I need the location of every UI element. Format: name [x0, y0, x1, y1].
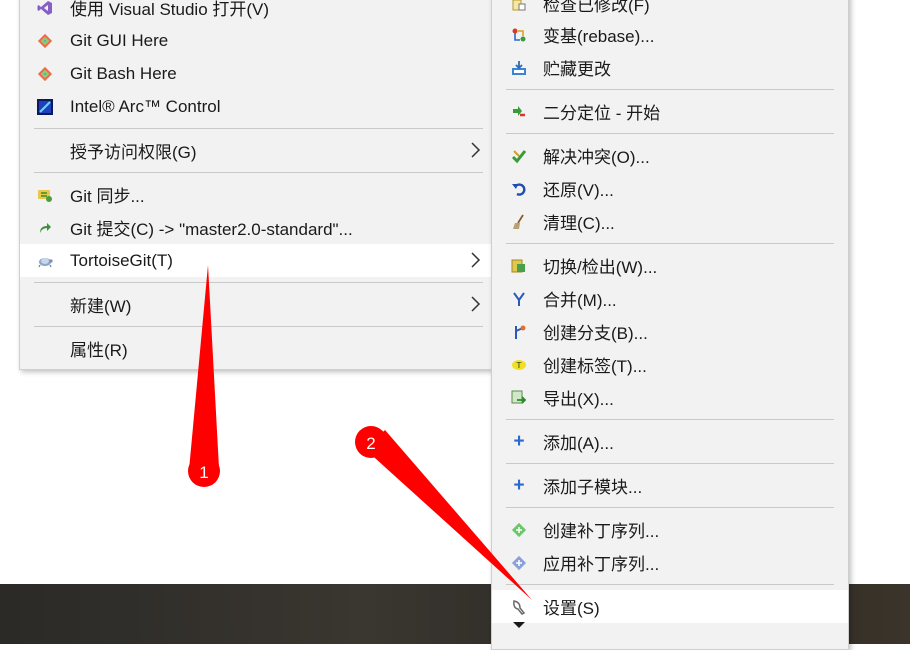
menu-item-label: Git Bash Here — [70, 63, 177, 83]
menu-item-resolve-conflicts[interactable]: 解决冲突(O)... — [492, 139, 848, 172]
resolve-icon — [511, 150, 527, 164]
menu-item-cleanup[interactable]: 清理(C)... — [492, 205, 848, 238]
menu-separator — [34, 282, 483, 283]
menu-separator — [506, 89, 834, 90]
menu-item-new[interactable]: 新建(W) — [20, 288, 493, 321]
create-patch-icon — [511, 522, 527, 538]
menu-item-label: Git GUI Here — [70, 30, 169, 50]
menu-item-create-tag[interactable]: T 创建标签(T)... — [492, 348, 848, 381]
tag-icon: T — [512, 360, 526, 370]
context-menu: 使用 Visual Studio 打开(V) Git GUI Here Git … — [19, 0, 494, 370]
menu-item-tortoisegit[interactable]: TortoiseGit(T) — [20, 244, 493, 277]
menu-item-label: 还原(V)... — [543, 181, 614, 200]
menu-item-label: 导出(X)... — [543, 390, 614, 409]
menu-item-bisect-start[interactable]: 二分定位 - 开始 — [492, 95, 848, 128]
stash-icon — [512, 61, 526, 75]
menu-item-merge[interactable]: 合并(M)... — [492, 282, 848, 315]
menu-item-label: 二分定位 - 开始 — [543, 104, 661, 123]
annotation-number-2: 2 — [366, 434, 375, 453]
plus-icon: + — [513, 431, 525, 452]
apply-patch-icon — [511, 555, 527, 571]
menu-separator — [506, 584, 834, 585]
menu-item-label: 添加(A)... — [543, 434, 614, 453]
plus-icon: + — [513, 475, 525, 496]
menu-item-add-submodule[interactable]: + 添加子模块... — [492, 469, 848, 502]
menu-item-apply-patch-serial[interactable]: 应用补丁序列... — [492, 546, 848, 579]
revert-icon — [512, 183, 526, 196]
menu-item-label: 创建标签(T)... — [543, 357, 647, 376]
menu-separator — [506, 419, 834, 420]
git-commit-icon — [40, 223, 51, 233]
menu-separator — [506, 243, 834, 244]
menu-item-label: 设置(S) — [543, 599, 600, 618]
menu-item-label: 检查已修改(F) — [543, 0, 650, 15]
git-sync-icon — [38, 190, 52, 202]
menu-item-properties[interactable]: 属性(R) — [20, 332, 493, 365]
tortoisegit-icon — [38, 258, 53, 268]
git-icon — [37, 33, 53, 49]
merge-icon — [513, 292, 525, 306]
menu-item-label: 创建分支(B)... — [543, 324, 648, 343]
menu-item-export[interactable]: 导出(X)... — [492, 381, 848, 414]
menu-separator — [34, 172, 483, 173]
menu-item-git-bash-here[interactable]: Git Bash Here — [20, 57, 493, 90]
menu-item-intel-arc-control[interactable]: Intel® Arc™ Control — [20, 90, 493, 123]
menu-item-label: 解决冲突(O)... — [543, 148, 650, 167]
menu-item-label: 属性(R) — [70, 341, 128, 360]
chevron-right-icon — [471, 296, 481, 312]
menu-item-stash[interactable]: 贮藏更改 — [492, 51, 848, 84]
menu-item-label: 新建(W) — [70, 297, 132, 316]
chevron-right-icon — [471, 142, 481, 158]
cleanup-icon — [513, 214, 524, 229]
menu-item-create-patch-serial[interactable]: 创建补丁序列... — [492, 513, 848, 546]
scroll-down-icon[interactable] — [512, 621, 526, 629]
menu-separator — [34, 128, 483, 129]
menu-item-revert[interactable]: 还原(V)... — [492, 172, 848, 205]
menu-item-label: 授予访问权限(G) — [70, 143, 197, 162]
chevron-right-icon — [471, 252, 481, 268]
check-modifications-icon — [512, 0, 526, 11]
menu-item-label: Intel® Arc™ Control — [70, 96, 221, 116]
menu-item-create-branch[interactable]: 创建分支(B)... — [492, 315, 848, 348]
menu-item-label: 变基(rebase)... — [543, 27, 655, 46]
tortoisegit-submenu: 检查已修改(F) 变基(rebase)... 贮藏更改 二分定位 - 开始 解决… — [491, 0, 849, 650]
menu-item-label: 合并(M)... — [543, 291, 617, 310]
menu-item-git-commit[interactable]: Git 提交(C) -> "master2.0-standard"... — [20, 211, 493, 244]
menu-item-grant-access[interactable]: 授予访问权限(G) — [20, 134, 493, 167]
menu-item-label: 添加子模块... — [543, 478, 643, 497]
menu-item-label: Git 同步... — [70, 187, 145, 206]
menu-item-add[interactable]: + 添加(A)... — [492, 425, 848, 458]
menu-item-git-sync[interactable]: Git 同步... — [20, 178, 493, 211]
menu-item-settings[interactable]: 设置(S) — [492, 590, 848, 623]
menu-item-label: 清理(C)... — [543, 214, 615, 233]
menu-separator — [34, 326, 483, 327]
branch-icon — [515, 325, 526, 339]
menu-separator — [506, 507, 834, 508]
menu-item-label: 创建补丁序列... — [543, 522, 660, 541]
switch-icon — [511, 259, 525, 273]
intel-arc-icon — [37, 99, 53, 115]
menu-item-switch-checkout[interactable]: 切换/检出(W)... — [492, 249, 848, 282]
menu-item-label: Git 提交(C) -> "master2.0-standard"... — [70, 220, 353, 239]
menu-item-label: 应用补丁序列... — [543, 555, 660, 574]
menu-item-label: 使用 Visual Studio 打开(V) — [70, 0, 270, 19]
menu-item-open-visual-studio[interactable]: 使用 Visual Studio 打开(V) — [20, 0, 493, 24]
settings-icon — [513, 600, 526, 615]
svg-text:T: T — [516, 361, 522, 370]
annotation-number-1: 1 — [199, 463, 208, 482]
menu-item-label: 贮藏更改 — [543, 60, 611, 79]
git-icon — [37, 66, 53, 82]
export-icon — [511, 390, 527, 404]
rebase-icon — [512, 28, 526, 42]
visual-studio-icon — [37, 1, 52, 15]
bisect-icon — [513, 106, 525, 117]
menu-separator — [506, 133, 834, 134]
menu-item-rebase[interactable]: 变基(rebase)... — [492, 18, 848, 51]
menu-separator — [506, 463, 834, 464]
menu-item-label: TortoiseGit(T) — [70, 250, 173, 270]
menu-item-check-modifications[interactable]: 检查已修改(F) — [492, 0, 848, 20]
menu-item-label: 切换/检出(W)... — [543, 258, 658, 277]
menu-item-git-gui-here[interactable]: Git GUI Here — [20, 24, 493, 57]
